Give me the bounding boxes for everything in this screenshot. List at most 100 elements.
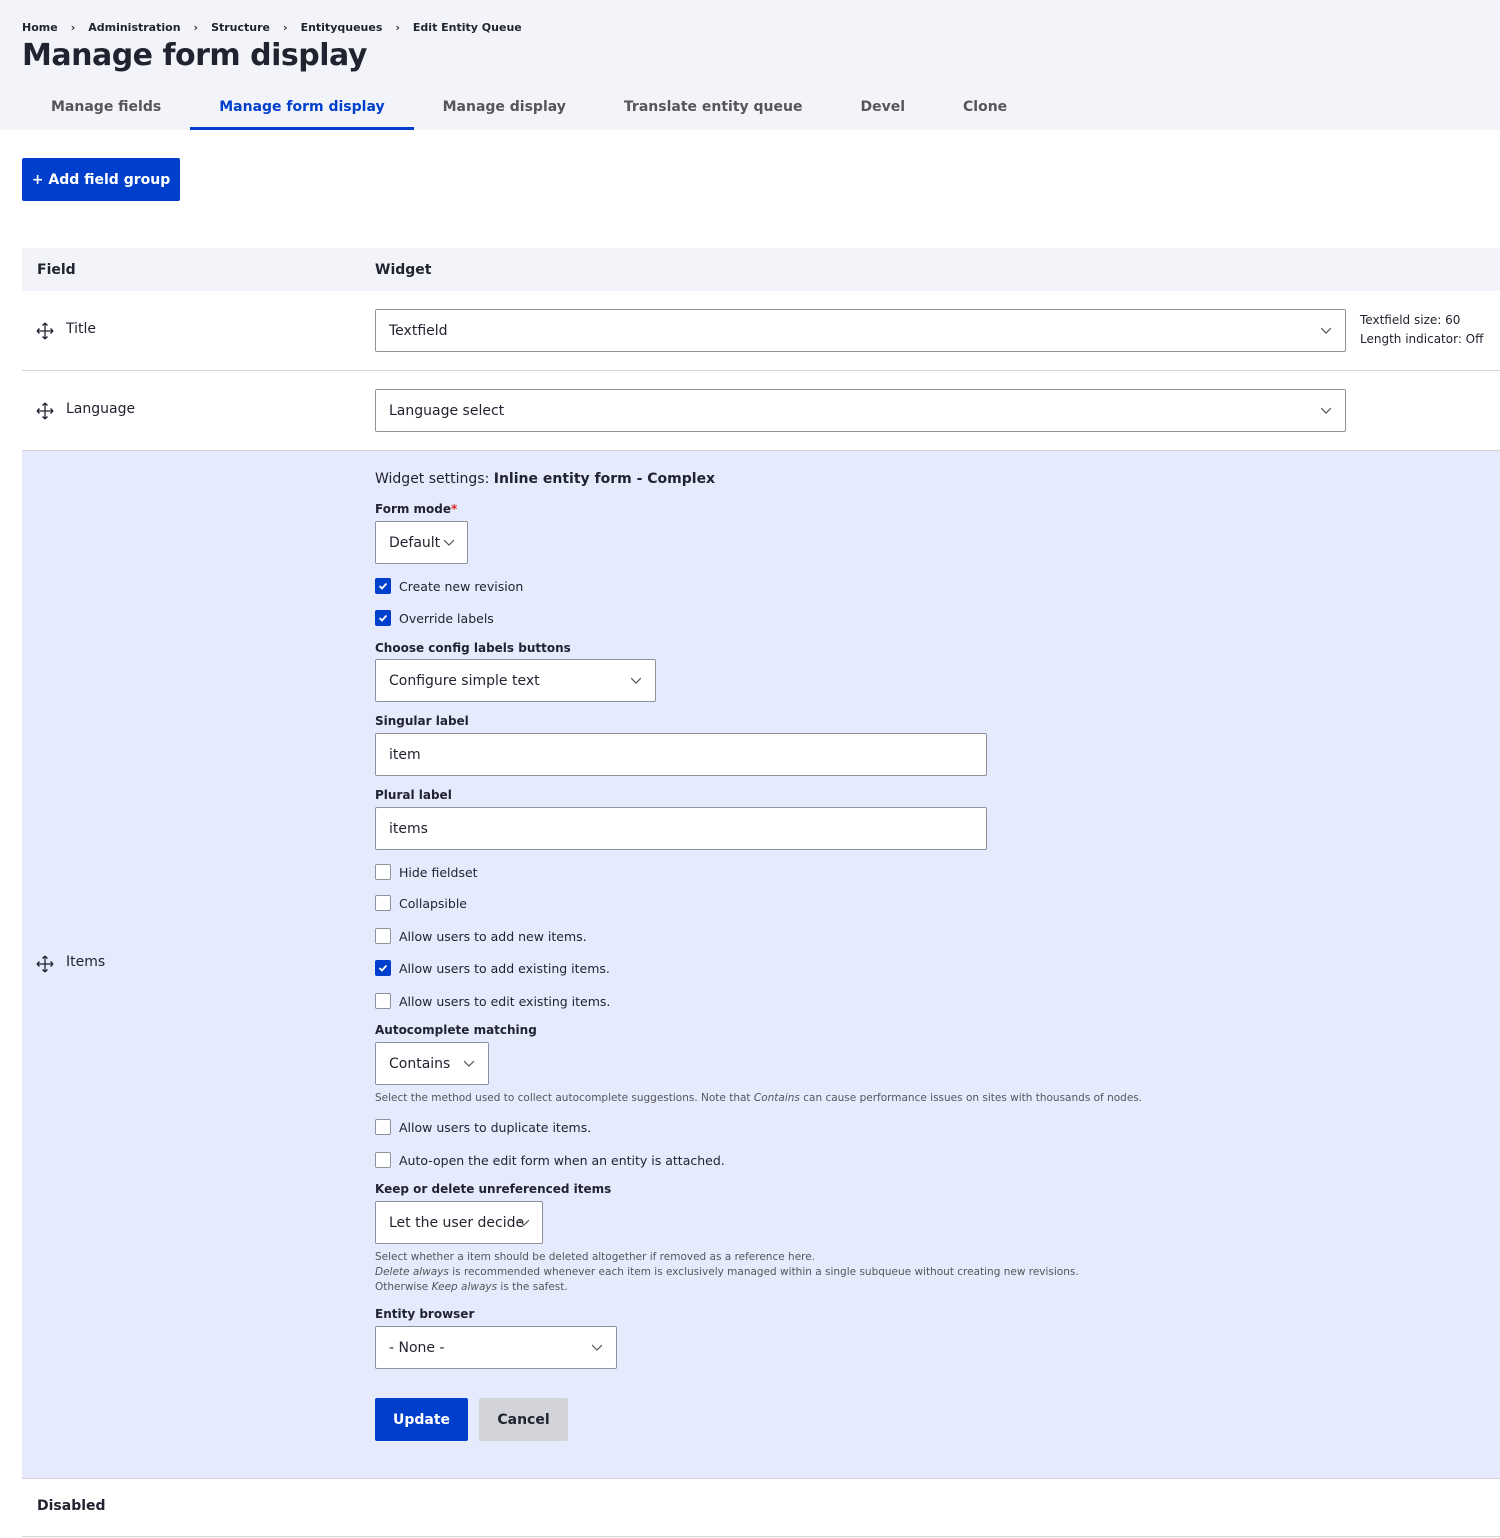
chevron-right-icon: ›: [283, 21, 288, 34]
desc-text: Otherwise: [375, 1281, 432, 1293]
config-labels-label: Choose config labels buttons: [375, 641, 571, 655]
drag-handle-icon[interactable]: [36, 322, 54, 340]
plural-label-input[interactable]: [375, 807, 987, 850]
checkbox-checked-icon: [375, 960, 391, 976]
chevron-down-icon: [592, 1344, 602, 1351]
chevron-down-icon: [631, 677, 641, 684]
breadcrumb-home[interactable]: Home: [22, 21, 58, 34]
summary-textfield-size: Textfield size: 60: [1360, 313, 1461, 327]
chevron-right-icon: ›: [395, 21, 400, 34]
desc-text: Select the method used to collect autoco…: [375, 1092, 754, 1104]
create-new-revision-checkbox[interactable]: Create new revision: [375, 578, 523, 594]
widget-summary: Textfield size: 60 Length indicator: Off: [1360, 311, 1483, 349]
hide-fieldset-checkbox[interactable]: Hide fieldset: [375, 864, 478, 880]
breadcrumb: Home › Administration › Structure › Enti…: [22, 21, 522, 34]
selected-value: - None -: [389, 1339, 445, 1356]
column-header-widget: Widget: [375, 261, 432, 278]
tab-manage-display[interactable]: Manage display: [414, 84, 595, 130]
selected-value: Language select: [389, 402, 505, 419]
tab-translate-entity-queue[interactable]: Translate entity queue: [595, 84, 832, 130]
checkbox-unchecked-icon: [375, 928, 391, 944]
drag-handle-icon[interactable]: [36, 955, 54, 973]
field-name-items: Items: [66, 954, 106, 970]
checkbox-unchecked-icon: [375, 895, 391, 911]
allow-existing-items-checkbox[interactable]: Allow users to add existing items.: [375, 960, 610, 976]
checkbox-label: Allow users to add existing items.: [399, 960, 610, 976]
singular-label-label: Singular label: [375, 714, 469, 728]
table-row-language: Language Language select: [22, 371, 1500, 451]
fields-table: Field Widget Title Textfield Textfield s…: [22, 248, 1500, 1479]
checkbox-label: Auto-open the edit form when an entity i…: [399, 1152, 725, 1168]
column-header-field: Field: [37, 261, 76, 278]
selected-value: Contains: [389, 1055, 451, 1072]
tab-manage-fields[interactable]: Manage fields: [22, 84, 190, 130]
cancel-button[interactable]: Cancel: [479, 1398, 568, 1441]
checkbox-label: Allow users to add new items.: [399, 928, 587, 944]
desc-emphasis: Delete always: [375, 1266, 449, 1278]
chevron-down-icon: [444, 539, 454, 546]
allow-duplicate-checkbox[interactable]: Allow users to duplicate items.: [375, 1119, 591, 1135]
table-header: Field Widget: [22, 248, 1500, 291]
tab-devel[interactable]: Devel: [831, 84, 934, 130]
chevron-down-icon: [464, 1060, 474, 1067]
table-row-title: Title Textfield Textfield size: 60 Lengt…: [22, 291, 1500, 371]
breadcrumb-entityqueues[interactable]: Entityqueues: [301, 21, 383, 34]
field-name-language: Language: [66, 401, 136, 417]
auto-open-checkbox[interactable]: Auto-open the edit form when an entity i…: [375, 1152, 725, 1168]
checkbox-unchecked-icon: [375, 1152, 391, 1168]
chevron-right-icon: ›: [193, 21, 199, 34]
widget-settings-name: Inline entity form - Complex: [493, 471, 716, 487]
desc-emphasis: Keep always: [431, 1281, 498, 1293]
singular-label-input[interactable]: [375, 733, 987, 776]
chevron-down-icon: [1321, 327, 1331, 334]
drag-handle-icon[interactable]: [36, 402, 54, 420]
selected-value: Configure simple text: [389, 672, 540, 689]
config-labels-select[interactable]: Configure simple text: [375, 659, 656, 702]
widget-select-language[interactable]: Language select: [375, 389, 1346, 432]
summary-length-indicator: Length indicator: Off: [1360, 332, 1484, 346]
table-row-items: Items Widget settings: Inline entity for…: [22, 451, 1500, 1479]
checkbox-label: Override labels: [399, 610, 494, 626]
checkbox-label: Hide fieldset: [399, 864, 478, 880]
chevron-down-icon: [519, 1219, 529, 1226]
chevron-down-icon: [1321, 407, 1331, 414]
keep-delete-select[interactable]: Let the user decide: [375, 1201, 543, 1244]
entity-browser-select[interactable]: - None -: [375, 1326, 617, 1369]
checkbox-checked-icon: [375, 610, 391, 626]
desc-emphasis: Contains: [753, 1092, 800, 1104]
breadcrumb-structure[interactable]: Structure: [211, 21, 270, 34]
update-button[interactable]: Update: [375, 1398, 468, 1441]
collapsible-checkbox[interactable]: Collapsible: [375, 895, 467, 911]
disabled-region-label: Disabled: [37, 1498, 106, 1514]
tab-bar: Manage fields Manage form display Manage…: [22, 84, 1036, 130]
checkbox-unchecked-icon: [375, 993, 391, 1009]
add-field-group-button[interactable]: + Add field group: [22, 158, 180, 201]
tab-manage-form-display[interactable]: Manage form display: [190, 84, 414, 130]
breadcrumb-edit-entity-queue[interactable]: Edit Entity Queue: [413, 21, 522, 34]
page-title: Manage form display: [22, 38, 367, 73]
keep-delete-label: Keep or delete unreferenced items: [375, 1182, 612, 1196]
override-labels-checkbox[interactable]: Override labels: [375, 610, 494, 626]
allow-new-items-checkbox[interactable]: Allow users to add new items.: [375, 928, 587, 944]
widget-select-title[interactable]: Textfield: [375, 309, 1346, 352]
desc-text: is the safest.: [497, 1281, 568, 1293]
autocomplete-description: Select the method used to collect autoco…: [375, 1091, 1142, 1106]
selected-value: Textfield: [389, 322, 448, 339]
field-name-title: Title: [66, 321, 97, 337]
widget-settings-heading: Widget settings: Inline entity form - Co…: [375, 471, 715, 487]
page-header: Home › Administration › Structure › Enti…: [0, 0, 1500, 130]
keep-delete-description: Select whether a item should be deleted …: [375, 1250, 1079, 1295]
desc-text: is recommended whenever each item is exc…: [448, 1266, 1079, 1278]
selected-value: Let the user decide: [389, 1214, 525, 1231]
autocomplete-label: Autocomplete matching: [375, 1023, 537, 1037]
checkbox-unchecked-icon: [375, 1119, 391, 1135]
breadcrumb-administration[interactable]: Administration: [88, 21, 180, 34]
checkbox-label: Create new revision: [399, 578, 524, 594]
autocomplete-select[interactable]: Contains: [375, 1042, 489, 1085]
desc-line: Otherwise Keep always is the safest.: [375, 1280, 1079, 1295]
desc-line: Delete always is recommended whenever ea…: [375, 1265, 1079, 1280]
tab-clone[interactable]: Clone: [934, 84, 1036, 130]
chevron-right-icon: ›: [70, 21, 76, 34]
allow-edit-items-checkbox[interactable]: Allow users to edit existing items.: [375, 993, 610, 1009]
form-mode-select[interactable]: Default: [375, 521, 468, 564]
